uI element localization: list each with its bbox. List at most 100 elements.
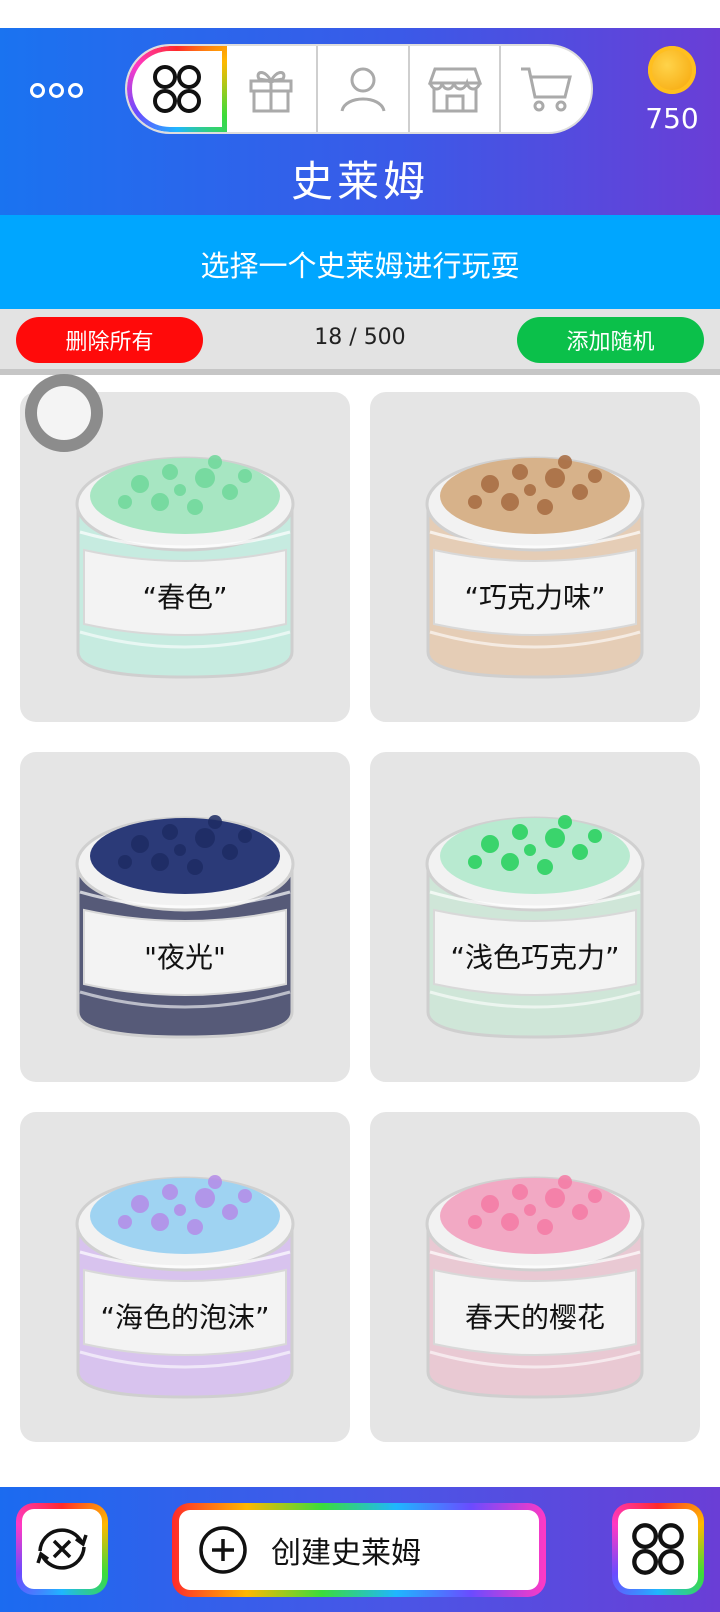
topping: [162, 1184, 178, 1200]
topping: [118, 495, 132, 509]
slime-card[interactable]: 春天的樱花: [370, 1112, 700, 1442]
topping: [131, 835, 149, 853]
refresh-button[interactable]: [16, 1503, 108, 1595]
topping: [195, 1188, 215, 1208]
slime-name: 春天的樱花: [465, 1301, 605, 1334]
topping: [524, 484, 536, 496]
four-circles-icon: [152, 65, 201, 113]
topping: [545, 1188, 565, 1208]
topping: [118, 1215, 132, 1229]
topping: [512, 464, 528, 480]
topping: [501, 853, 519, 871]
tab-cart[interactable]: [501, 46, 591, 132]
coin-balance: 750: [645, 102, 699, 135]
tab-gift[interactable]: [227, 46, 319, 132]
four-circles-icon: [632, 1523, 684, 1575]
topping: [238, 1189, 252, 1203]
topping: [187, 859, 203, 875]
topping: [195, 828, 215, 848]
topping: [174, 484, 186, 496]
slime-name: “浅色巧克力”: [450, 941, 619, 974]
topping: [174, 1204, 186, 1216]
more-menu-button[interactable]: [30, 78, 96, 102]
slime-jar: “海色的泡沫”: [75, 1175, 295, 1399]
header: 750 史莱姆: [0, 28, 720, 215]
slime-jar: 春天的樱花: [425, 1175, 645, 1399]
tab-store[interactable]: [410, 46, 502, 132]
status-bar: [0, 0, 720, 28]
cart-icon: [521, 67, 573, 112]
topping: [501, 1213, 519, 1231]
topping: [222, 844, 238, 860]
topping: [481, 835, 499, 853]
topping: [481, 1195, 499, 1213]
topping: [238, 829, 252, 843]
create-slime-label: 创建史莱姆: [271, 1536, 421, 1571]
topping: [162, 824, 178, 840]
create-slime-button[interactable]: 创建史莱姆: [172, 1503, 546, 1597]
slime-jar: “巧克力味”: [425, 455, 645, 679]
delete-all-button[interactable]: 删除所有: [16, 317, 203, 363]
topping: [537, 499, 553, 515]
topping: [537, 859, 553, 875]
topping: [208, 815, 222, 829]
refresh-icon: [36, 1528, 88, 1570]
topping: [131, 475, 149, 493]
slime-name: "夜光": [144, 941, 226, 974]
topping: [187, 1219, 203, 1235]
topping: [558, 815, 572, 829]
tab-profile[interactable]: [318, 46, 410, 132]
slime-surface: [440, 1178, 630, 1254]
topping: [468, 855, 482, 869]
topping: [545, 468, 565, 488]
tab-collection[interactable]: [127, 46, 227, 132]
storefront-icon: [427, 67, 482, 113]
topping: [558, 1175, 572, 1189]
gift-icon: [249, 71, 293, 113]
topping: [208, 1175, 222, 1189]
coin-icon: [648, 46, 696, 94]
slime-surface: [90, 458, 280, 534]
scroll-handle[interactable]: [25, 374, 103, 452]
topping: [588, 1189, 602, 1203]
plus-circle-icon: [199, 1526, 247, 1574]
slime-count: 18 / 500: [314, 325, 406, 350]
control-bar: 删除所有 18 / 500 添加随机: [0, 309, 720, 375]
add-random-button[interactable]: 添加随机: [517, 317, 704, 363]
user-icon: [340, 67, 386, 112]
topping: [151, 1213, 169, 1231]
topping: [195, 468, 215, 488]
slime-grid: “春色” “巧克力味” "夜光" “浅色巧克力” “海色的泡沫” 春天的樱花: [0, 375, 720, 1487]
slime-card[interactable]: “巧克力味”: [370, 392, 700, 722]
slime-name: “春色”: [142, 581, 227, 614]
instruction-text: 选择一个史莱姆进行玩耍: [200, 249, 520, 283]
topping: [131, 1195, 149, 1213]
collection-button[interactable]: [612, 1503, 704, 1595]
slime-name: “海色的泡沫”: [100, 1301, 269, 1334]
slime-surface: [440, 818, 630, 894]
topping: [572, 844, 588, 860]
topping: [512, 824, 528, 840]
topping: [468, 1215, 482, 1229]
slime-card[interactable]: “浅色巧克力”: [370, 752, 700, 1082]
slime-jar: "夜光": [75, 815, 295, 1039]
slime-name: “巧克力味”: [464, 581, 605, 614]
topping: [481, 475, 499, 493]
slime-card[interactable]: “海色的泡沫”: [20, 1112, 350, 1442]
topping: [174, 844, 186, 856]
topping: [572, 484, 588, 500]
topping: [537, 1219, 553, 1235]
topping: [222, 1204, 238, 1220]
bottom-bar: 创建史莱姆: [0, 1487, 720, 1612]
slime-surface: [90, 1178, 280, 1254]
topping: [558, 455, 572, 469]
topping: [512, 1184, 528, 1200]
topping: [468, 495, 482, 509]
top-tab-bar: [125, 44, 593, 134]
page-title: 史莱姆: [290, 157, 429, 206]
topping: [524, 1204, 536, 1216]
slime-surface: [440, 458, 630, 534]
slime-card[interactable]: "夜光": [20, 752, 350, 1082]
topping: [238, 469, 252, 483]
slime-jar: “浅色巧克力”: [425, 815, 645, 1039]
